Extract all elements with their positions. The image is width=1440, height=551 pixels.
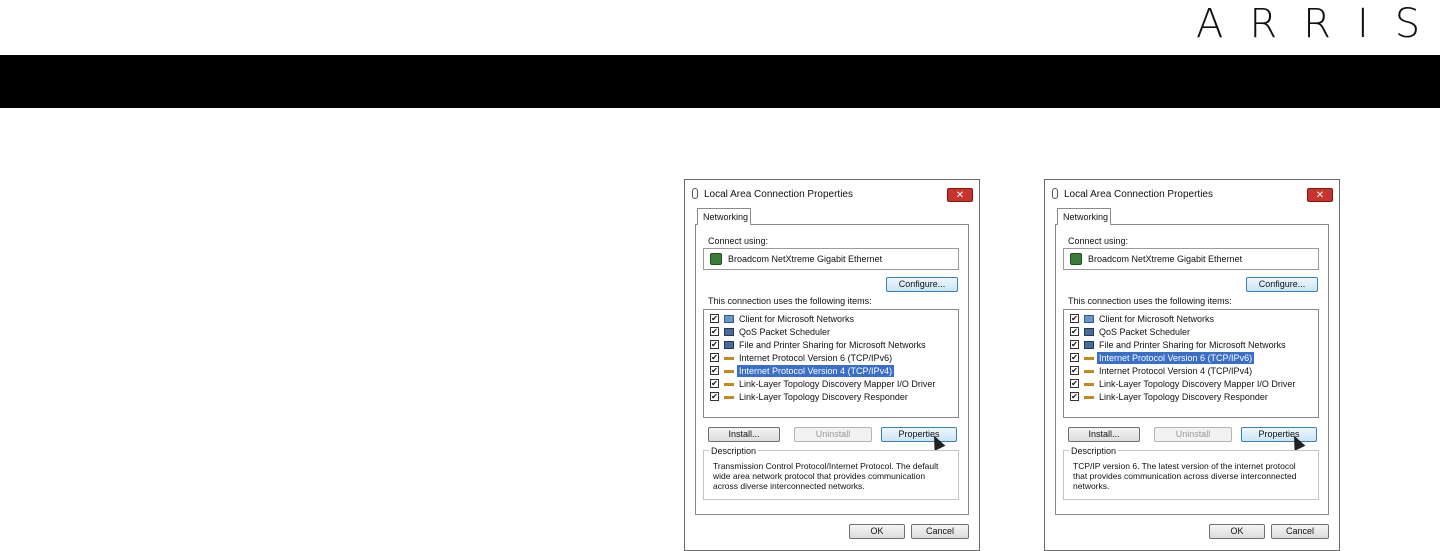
cancel-button[interactable]: Cancel [1271, 524, 1329, 539]
connection-icon [1052, 188, 1058, 199]
ok-button[interactable]: OK [849, 524, 905, 539]
cancel-button[interactable]: Cancel [911, 524, 969, 539]
header-band [0, 55, 1440, 108]
title-bar[interactable]: Local Area Connection Properties ✕ [1045, 180, 1339, 206]
connection-icon [692, 188, 698, 199]
connect-using-label: Connect using: [708, 236, 769, 246]
checkbox[interactable]: ✔ [1070, 353, 1079, 362]
properties-button[interactable]: Properties [881, 427, 957, 442]
checkbox[interactable]: ✔ [1070, 340, 1079, 349]
network-client-icon [724, 315, 734, 323]
adapter-name: Broadcom NetXtreme Gigabit Ethernet [728, 254, 883, 264]
protocol-icon [724, 383, 734, 386]
description-text: TCP/IP version 6. The latest version of … [1073, 461, 1297, 491]
item-label: QoS Packet Scheduler [1099, 327, 1191, 337]
checkbox[interactable]: ✔ [1070, 392, 1079, 401]
tab-networking[interactable]: Networking [1057, 208, 1111, 225]
arris-logo: ARRIS [1196, 1, 1440, 47]
sharing-icon [1084, 341, 1094, 349]
checkbox[interactable]: ✔ [710, 340, 719, 349]
install-button[interactable]: Install... [708, 427, 780, 442]
item-label: QoS Packet Scheduler [739, 327, 831, 337]
item-label: Link-Layer Topology Discovery Responder [1099, 392, 1268, 402]
item-label: File and Printer Sharing for Microsoft N… [739, 340, 926, 350]
items-label: This connection uses the following items… [1068, 296, 1232, 306]
network-client-icon [1084, 315, 1094, 323]
checkbox[interactable]: ✔ [710, 366, 719, 375]
properties-dialog-ipv4: Local Area Connection Properties ✕ Netwo… [684, 179, 980, 551]
install-button[interactable]: Install... [1068, 427, 1140, 442]
item-label: Internet Protocol Version 6 (TCP/IPv6) [1097, 352, 1255, 364]
adapter-name: Broadcom NetXtreme Gigabit Ethernet [1088, 254, 1243, 264]
scheduler-icon [724, 328, 734, 336]
item-label: Link-Layer Topology Discovery Responder [739, 392, 908, 402]
checkbox[interactable]: ✔ [1070, 314, 1079, 323]
item-label: Client for Microsoft Networks [739, 314, 855, 324]
configure-button[interactable]: Configure... [1246, 277, 1318, 292]
item-label: Client for Microsoft Networks [1099, 314, 1215, 324]
close-button[interactable]: ✕ [1307, 188, 1333, 202]
checkbox[interactable]: ✔ [1070, 379, 1079, 388]
title-bar[interactable]: Local Area Connection Properties ✕ [685, 180, 979, 206]
close-button[interactable]: ✕ [947, 188, 973, 202]
configure-button[interactable]: Configure... [886, 277, 958, 292]
protocol-icon [724, 370, 734, 373]
checkbox[interactable]: ✔ [710, 327, 719, 336]
properties-dialog-ipv6: Local Area Connection Properties ✕ Netwo… [1044, 179, 1340, 551]
protocol-icon [1084, 370, 1094, 373]
protocol-icon [724, 396, 734, 399]
checkbox[interactable]: ✔ [1070, 327, 1079, 336]
sharing-icon [724, 341, 734, 349]
description-text: Transmission Control Protocol/Internet P… [713, 461, 939, 491]
items-list[interactable]: ✔ Client for Microsoft Networks ✔ QoS Pa… [703, 309, 959, 418]
adapter-field: Broadcom NetXtreme Gigabit Ethernet [703, 248, 959, 270]
tab-networking[interactable]: Networking [697, 208, 751, 225]
checkbox[interactable]: ✔ [710, 392, 719, 401]
checkbox[interactable]: ✔ [710, 353, 719, 362]
network-adapter-icon [1070, 253, 1082, 265]
item-label: Link-Layer Topology Discovery Mapper I/O… [739, 379, 936, 389]
properties-button[interactable]: Properties [1241, 427, 1317, 442]
scheduler-icon [1084, 328, 1094, 336]
item-label: Internet Protocol Version 4 (TCP/IPv4) [737, 365, 895, 377]
description-label: Description [1069, 446, 1119, 456]
protocol-icon [1084, 396, 1094, 399]
checkbox[interactable]: ✔ [1070, 366, 1079, 375]
adapter-field: Broadcom NetXtreme Gigabit Ethernet [1063, 248, 1319, 270]
ok-button[interactable]: OK [1209, 524, 1265, 539]
checkbox[interactable]: ✔ [710, 314, 719, 323]
item-label: Link-Layer Topology Discovery Mapper I/O… [1099, 379, 1296, 389]
network-adapter-icon [710, 253, 722, 265]
item-label: Internet Protocol Version 4 (TCP/IPv4) [1099, 366, 1253, 376]
dialog-title: Local Area Connection Properties [1064, 189, 1213, 200]
uninstall-button: Uninstall [1154, 427, 1232, 442]
protocol-icon [1084, 357, 1094, 360]
uninstall-button: Uninstall [794, 427, 872, 442]
description-label: Description [709, 446, 759, 456]
protocol-icon [724, 357, 734, 360]
connect-using-label: Connect using: [1068, 236, 1129, 246]
dialog-title: Local Area Connection Properties [704, 189, 853, 200]
item-label: Internet Protocol Version 6 (TCP/IPv6) [739, 353, 893, 363]
protocol-icon [1084, 383, 1094, 386]
item-label: File and Printer Sharing for Microsoft N… [1099, 340, 1286, 350]
items-list[interactable]: ✔ Client for Microsoft Networks ✔ QoS Pa… [1063, 309, 1319, 418]
checkbox[interactable]: ✔ [710, 379, 719, 388]
items-label: This connection uses the following items… [708, 296, 872, 306]
